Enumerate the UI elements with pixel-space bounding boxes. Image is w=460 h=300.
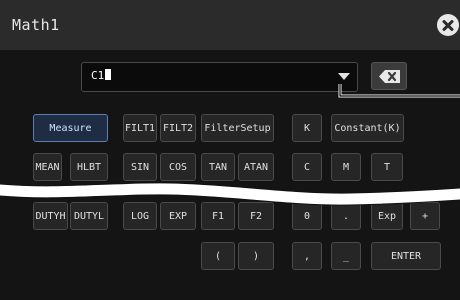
enter-key[interactable]: ENTER — [371, 242, 441, 270]
t-key[interactable]: T — [371, 153, 403, 181]
filt1-key[interactable]: FILT1 — [123, 114, 157, 142]
c-key[interactable]: C — [292, 153, 322, 181]
cos-key[interactable]: COS — [160, 153, 196, 181]
log-key[interactable]: LOG — [123, 202, 157, 230]
expression-value: C1 — [91, 69, 112, 82]
k-key[interactable]: K — [292, 114, 322, 142]
text-cursor — [105, 69, 112, 80]
atan-key[interactable]: ATAN — [238, 153, 274, 181]
tan-key[interactable]: TAN — [201, 153, 235, 181]
constant-key[interactable]: Constant(K) — [331, 114, 404, 142]
exp-e-key[interactable]: Exp — [371, 202, 403, 230]
exp-key[interactable]: EXP — [160, 202, 196, 230]
math-dialog: Math1 C1 Measure FILT1 FILT2 FilterSetup… — [0, 0, 460, 300]
backspace-icon — [379, 70, 400, 83]
measure-key[interactable]: Measure — [33, 114, 108, 142]
m-key[interactable]: M — [331, 153, 361, 181]
mean-key[interactable]: MEAN — [33, 153, 62, 181]
dialog-title: Math1 — [12, 16, 60, 34]
filt2-key[interactable]: FILT2 — [160, 114, 196, 142]
comma-key[interactable]: , — [292, 242, 322, 270]
expression-input[interactable]: C1 — [81, 62, 358, 92]
filtersetup-key[interactable]: FilterSetup — [201, 114, 274, 142]
close-icon[interactable] — [437, 14, 459, 36]
dot-key[interactable]: . — [331, 202, 361, 230]
f2-key[interactable]: F2 — [238, 202, 274, 230]
lparen-key[interactable]: ( — [201, 242, 235, 270]
title-bar: Math1 — [0, 0, 460, 50]
sin-key[interactable]: SIN — [123, 153, 157, 181]
dutyl-key[interactable]: DUTYL — [70, 202, 108, 230]
plus-key[interactable]: + — [410, 202, 440, 230]
hlbt-key[interactable]: HLBT — [70, 153, 108, 181]
zero-key[interactable]: 0 — [292, 202, 322, 230]
underscore-key[interactable]: _ — [331, 242, 361, 270]
dutyh-key[interactable]: DUTYH — [33, 202, 68, 230]
chevron-down-icon[interactable] — [338, 73, 350, 80]
backspace-button[interactable] — [371, 62, 407, 90]
rparen-key[interactable]: ) — [238, 242, 274, 270]
f1-key[interactable]: F1 — [201, 202, 235, 230]
